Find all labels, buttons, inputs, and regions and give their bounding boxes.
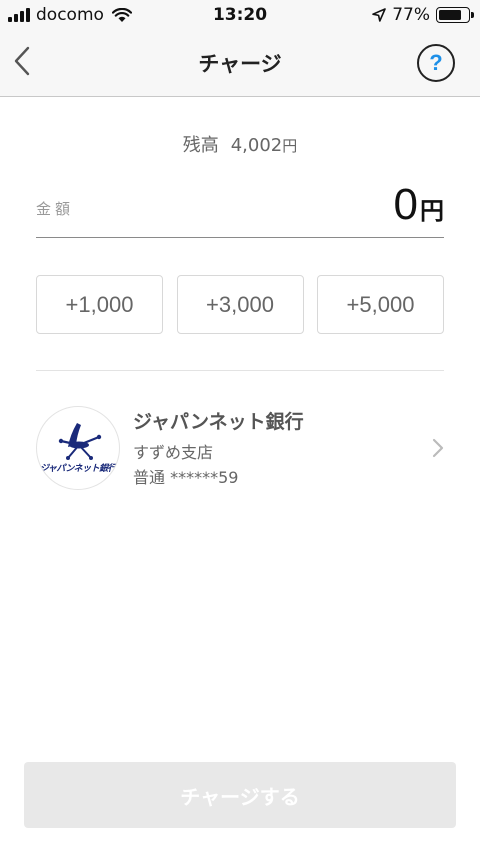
- balance-unit: 円: [282, 137, 298, 155]
- location-arrow-icon: [372, 8, 387, 22]
- amount-value[interactable]: 0 円: [394, 180, 444, 230]
- amount-field[interactable]: 金額 0 円: [36, 180, 444, 238]
- bank-logo-icon: [58, 423, 102, 460]
- amount-number: 0: [393, 180, 418, 229]
- bank-logo-text: ジャパンネット銀行: [39, 464, 117, 474]
- bank-logo: ジャパンネット銀行: [36, 406, 120, 490]
- add-1000-button[interactable]: +1,000: [36, 275, 163, 334]
- balance-label: 残高: [182, 135, 219, 156]
- quick-amount-buttons: +1,000 +3,000 +5,000: [36, 275, 444, 334]
- page-title: チャージ: [198, 52, 282, 76]
- status-right: 77%: [372, 5, 474, 25]
- nav-bar: チャージ ?: [0, 32, 480, 97]
- bank-account-number: 普通 ******59: [133, 468, 239, 487]
- divider: [36, 370, 444, 371]
- chevron-right-icon: [432, 438, 444, 458]
- add-3000-button[interactable]: +3,000: [176, 275, 304, 334]
- battery-icon: [436, 7, 474, 23]
- amount-unit: 円: [420, 197, 444, 225]
- bank-account-selector[interactable]: ジャパンネット銀行 ジャパンネット銀行 すずめ支店 普通 ******59: [36, 402, 444, 492]
- battery-percent: 77%: [392, 5, 430, 25]
- add-5000-button[interactable]: +5,000: [317, 275, 444, 334]
- battery-cap: [471, 12, 474, 18]
- charge-button[interactable]: チャージする: [24, 762, 456, 828]
- balance-amount: 4,002: [230, 135, 283, 156]
- status-bar: docomo 13:20 77%: [0, 0, 480, 32]
- question-mark-icon: ?: [429, 50, 443, 75]
- balance-display: 残高 4,002円: [0, 131, 480, 157]
- battery-fill: [439, 10, 461, 20]
- bank-name: ジャパンネット銀行: [133, 411, 304, 433]
- help-button[interactable]: ?: [417, 44, 455, 82]
- bank-branch: すずめ支店: [133, 443, 214, 462]
- amount-label: 金額: [36, 200, 75, 218]
